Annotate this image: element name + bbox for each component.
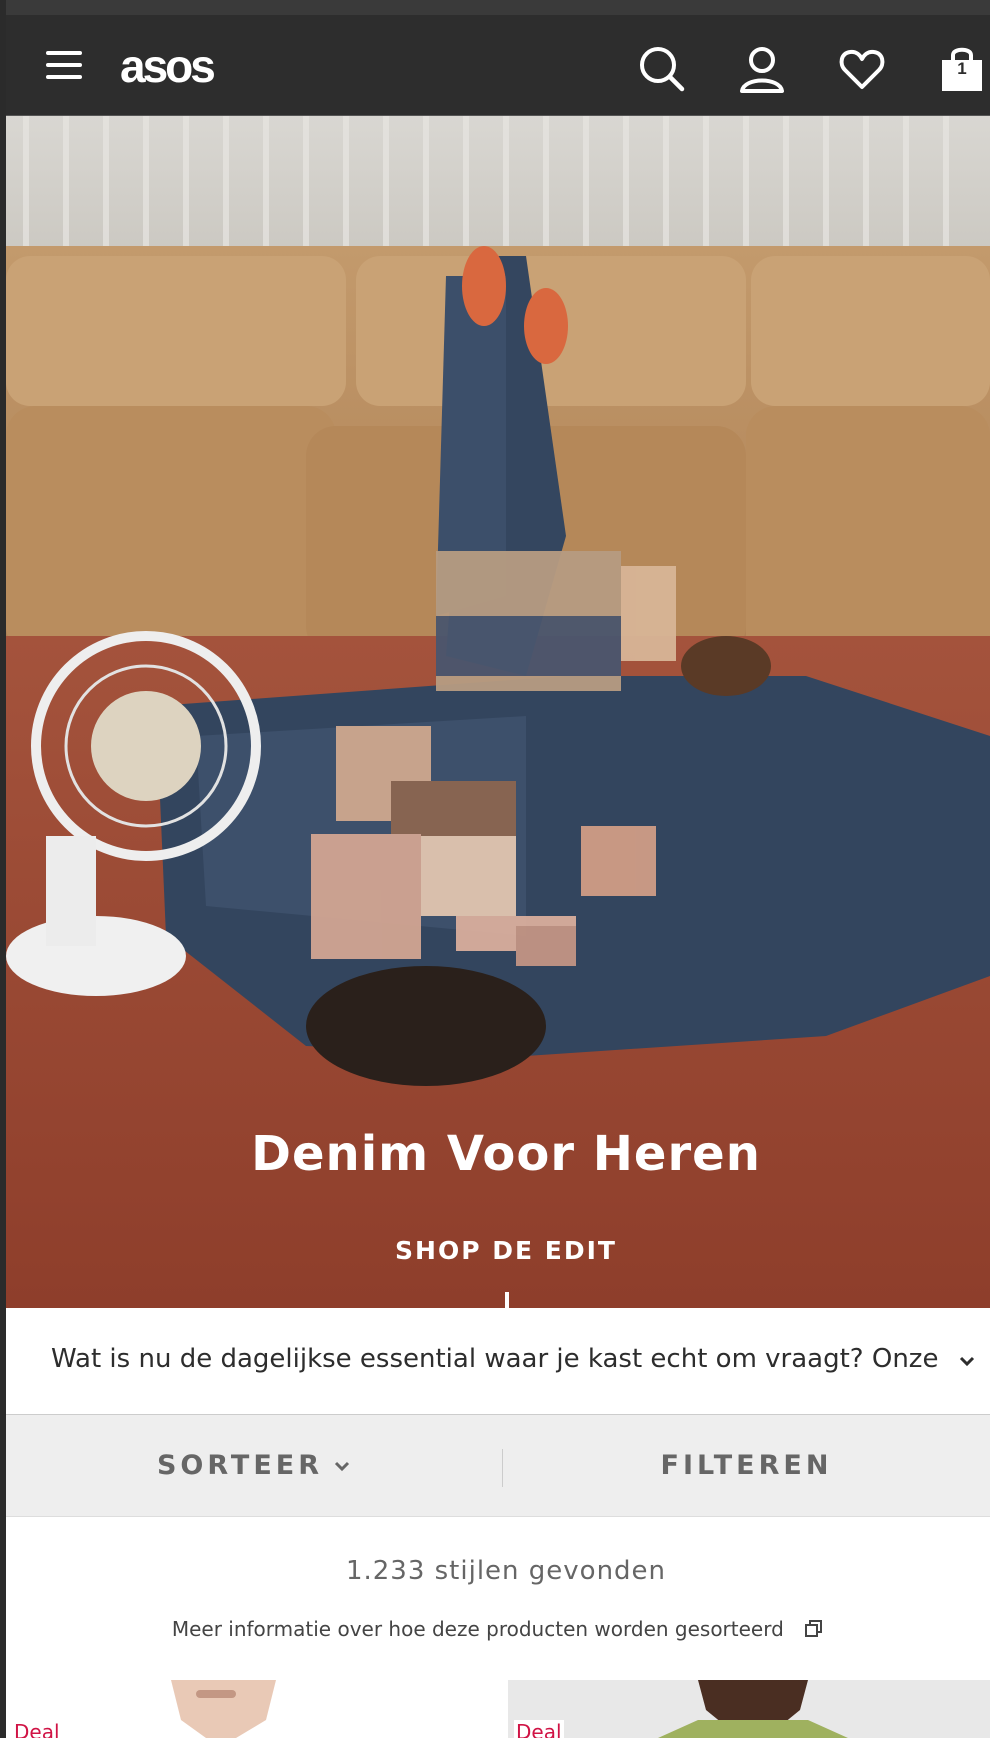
bag-icon[interactable]: 1 bbox=[938, 45, 986, 93]
chevron-down-icon bbox=[334, 1461, 350, 1471]
deal-badge: Deal bbox=[12, 1720, 62, 1738]
sorting-info: Meer informatie over hoe deze producten … bbox=[6, 1617, 990, 1641]
hero-divider bbox=[505, 1292, 509, 1308]
chevron-down-icon[interactable] bbox=[958, 1352, 976, 1370]
description-text: Wat is nu de dagelijkse essential waar j… bbox=[51, 1344, 941, 1374]
product-image bbox=[658, 1680, 848, 1738]
results-count: 1.233 stijlen gevonden bbox=[345, 1556, 667, 1586]
sort-filter-bar: SORTEER FILTEREN bbox=[6, 1415, 990, 1517]
browser-top-strip bbox=[6, 0, 990, 15]
external-window-icon[interactable] bbox=[804, 1619, 824, 1639]
filter-label: FILTEREN bbox=[660, 1450, 833, 1481]
filter-button[interactable]: FILTEREN bbox=[503, 1415, 990, 1516]
deal-badge: Deal bbox=[514, 1720, 564, 1738]
hero-banner[interactable]: Denim Voor Heren SHOP DE EDIT bbox=[6, 116, 990, 1308]
account-icon[interactable] bbox=[738, 45, 786, 93]
hero-cta: SHOP DE EDIT bbox=[6, 1236, 990, 1265]
sorting-info-link[interactable]: Meer informatie over hoe deze producten … bbox=[172, 1617, 784, 1641]
search-icon[interactable] bbox=[638, 45, 686, 93]
category-description[interactable]: Wat is nu de dagelijkse essential waar j… bbox=[6, 1308, 990, 1415]
sort-button[interactable]: SORTEER bbox=[6, 1415, 502, 1516]
site-header: asos 1 bbox=[6, 15, 990, 116]
product-card[interactable]: Deal bbox=[508, 1680, 990, 1738]
menu-icon[interactable] bbox=[44, 49, 84, 81]
shop-the-edit-link[interactable]: SHOP DE EDIT bbox=[395, 1236, 617, 1265]
bag-count: 1 bbox=[957, 59, 967, 78]
asos-logo[interactable]: asos bbox=[120, 39, 216, 93]
sort-label: SORTEER bbox=[156, 1450, 324, 1481]
product-card[interactable]: Deal bbox=[6, 1680, 502, 1738]
page-frame: asos 1 Denim Voor Heren SHOP DE EDIT Wat… bbox=[6, 0, 990, 1738]
heart-icon[interactable] bbox=[838, 45, 886, 93]
hero-title: Denim Voor Heren bbox=[251, 1126, 761, 1182]
product-image bbox=[171, 1680, 276, 1738]
